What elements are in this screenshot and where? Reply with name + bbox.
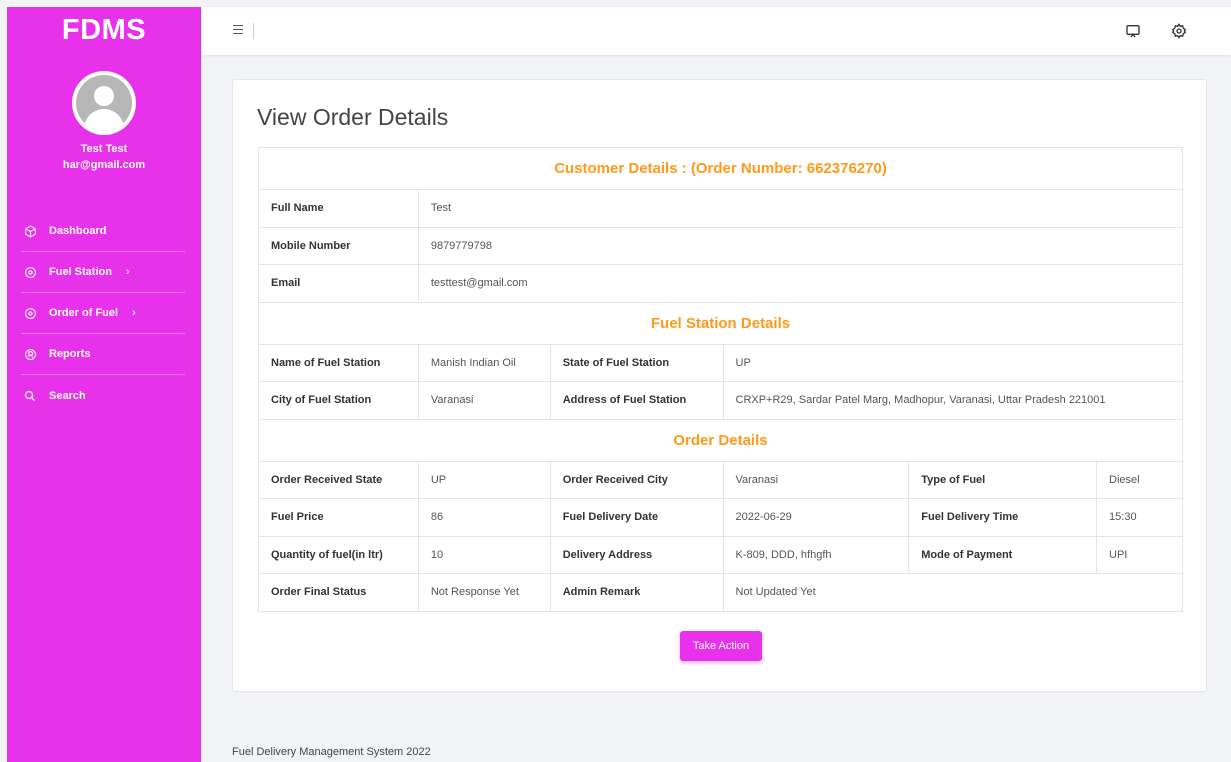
sidebar-item-order-of-fuel[interactable]: Order of Fuel › xyxy=(21,293,185,334)
quantity-value: 10 xyxy=(417,535,551,574)
registered-icon xyxy=(21,345,39,363)
received-city-value: Varanasi xyxy=(722,460,910,499)
topbar-divider xyxy=(253,23,254,39)
table-row: Quantity of fuel(in ltr) 10 Delivery Add… xyxy=(258,535,1183,574)
sidebar-item-label: Dashboard xyxy=(49,225,107,237)
payment-mode-label: Mode of Payment xyxy=(908,535,1098,574)
station-state-label: State of Fuel Station xyxy=(549,343,724,382)
station-city-value: Varanasi xyxy=(417,381,551,420)
page-title: View Order Details xyxy=(257,104,449,130)
sidebar-item-label: Order of Fuel xyxy=(49,307,119,319)
section-heading-customer: Customer Details : (Order Number: 662376… xyxy=(258,147,1183,190)
sidebar-item-label: Reports xyxy=(49,348,91,360)
station-name-label: Name of Fuel Station xyxy=(258,343,419,382)
sidebar-item-label: Search xyxy=(49,389,86,402)
cube-icon xyxy=(21,222,39,240)
order-details-heading: Order Details xyxy=(258,418,1183,462)
customer-details-heading: Customer Details : (Order Number: 662376… xyxy=(258,147,1183,190)
station-address-label: Address of Fuel Station xyxy=(549,381,724,420)
station-state-value: UP xyxy=(722,343,1183,382)
received-state-label: Order Received State xyxy=(258,460,419,499)
station-city-label: City of Fuel Station xyxy=(258,381,419,420)
sidebar: FDMS Test Test har@gmail.com Dashboard F… xyxy=(7,7,201,762)
received-state-value: UP xyxy=(417,460,551,499)
quantity-label: Quantity of fuel(in ltr) xyxy=(258,535,419,574)
email-value: testtest@gmail.com xyxy=(417,264,1184,303)
chevron-right-icon: › xyxy=(125,266,130,278)
table-row: Order Received State UP Order Received C… xyxy=(258,460,1183,499)
station-address-value: CRXP+R29, Sardar Patel Marg, Madhopur, V… xyxy=(722,381,1183,420)
admin-remark-label: Admin Remark xyxy=(549,573,724,612)
sidebar-item-fuel-station[interactable]: Fuel Station › xyxy=(21,252,185,293)
delivery-date-value: 2022-06-29 xyxy=(722,498,910,537)
order-details-card: View Order Details Customer Details : (O… xyxy=(232,79,1207,692)
sidebar-item-label: Fuel Station xyxy=(49,266,112,278)
sidebar-item-search[interactable]: Search xyxy=(21,375,185,416)
full-name-label: Full Name xyxy=(258,189,419,228)
mobile-label: Mobile Number xyxy=(258,226,419,265)
topbar xyxy=(201,7,1231,55)
section-heading-station: Fuel Station Details xyxy=(258,301,1183,345)
payment-mode-value: UPI xyxy=(1096,535,1183,574)
table-row: Email testtest@gmail.com xyxy=(258,264,1184,303)
table-row: Name of Fuel Station Manish Indian Oil S… xyxy=(258,343,1183,382)
sidebar-nav: Dashboard Fuel Station › Order of Fuel ›… xyxy=(7,211,201,416)
station-name-value: Manish Indian Oil xyxy=(417,343,551,382)
circle-dot-icon xyxy=(21,304,39,322)
table-row: Fuel Price 86 Fuel Delivery Date 2022-06… xyxy=(258,498,1183,537)
table-row: City of Fuel Station Varanasi Address of… xyxy=(258,381,1183,420)
menu-icon[interactable] xyxy=(233,25,243,37)
order-details-table: Customer Details : (Order Number: 662376… xyxy=(258,147,1184,612)
chevron-right-icon: › xyxy=(132,307,136,319)
delivery-address-value: K-809, DDD, hfhgfh xyxy=(722,535,910,574)
footer-text: Fuel Delivery Management System 2022 xyxy=(232,746,431,758)
avatar[interactable] xyxy=(72,71,136,135)
delivery-time-label: Fuel Delivery Time xyxy=(908,498,1098,537)
user-profile: Test Test har@gmail.com xyxy=(7,71,201,171)
circle-dot-icon xyxy=(21,263,39,281)
fuel-price-value: 86 xyxy=(417,498,551,537)
fuel-type-label: Type of Fuel xyxy=(908,460,1098,499)
section-heading-order: Order Details xyxy=(258,418,1183,462)
gear-icon[interactable] xyxy=(1171,23,1189,41)
table-row: Mobile Number 9879779798 xyxy=(258,226,1184,265)
fuel-station-heading: Fuel Station Details xyxy=(258,301,1183,345)
take-action-button[interactable]: Take Action xyxy=(680,631,762,661)
fuel-type-value: Diesel xyxy=(1096,460,1183,499)
cast-icon[interactable] xyxy=(1125,23,1143,41)
received-city-label: Order Received City xyxy=(549,460,724,499)
delivery-time-value: 15:30 xyxy=(1096,498,1183,537)
delivery-date-label: Fuel Delivery Date xyxy=(549,498,724,537)
user-avatar-icon xyxy=(76,75,132,131)
user-email: har@gmail.com xyxy=(62,159,146,171)
delivery-address-label: Delivery Address xyxy=(549,535,724,574)
search-icon xyxy=(21,387,39,405)
final-status-label: Order Final Status xyxy=(258,573,419,612)
sidebar-item-dashboard[interactable]: Dashboard xyxy=(21,211,185,252)
table-row: Order Final Status Not Response Yet Admi… xyxy=(258,573,1183,612)
mobile-value: 9879779798 xyxy=(417,226,1184,265)
email-label: Email xyxy=(258,264,419,303)
user-name: Test Test xyxy=(80,143,128,155)
admin-remark-value: Not Updated Yet xyxy=(722,573,1183,612)
full-name-value: Test xyxy=(417,189,1184,228)
final-status-value: Not Response Yet xyxy=(417,573,551,612)
sidebar-item-reports[interactable]: Reports xyxy=(21,334,185,375)
table-row: Full Name Test xyxy=(258,189,1184,228)
brand-logo[interactable]: FDMS xyxy=(7,7,201,53)
fuel-price-label: Fuel Price xyxy=(258,498,419,537)
